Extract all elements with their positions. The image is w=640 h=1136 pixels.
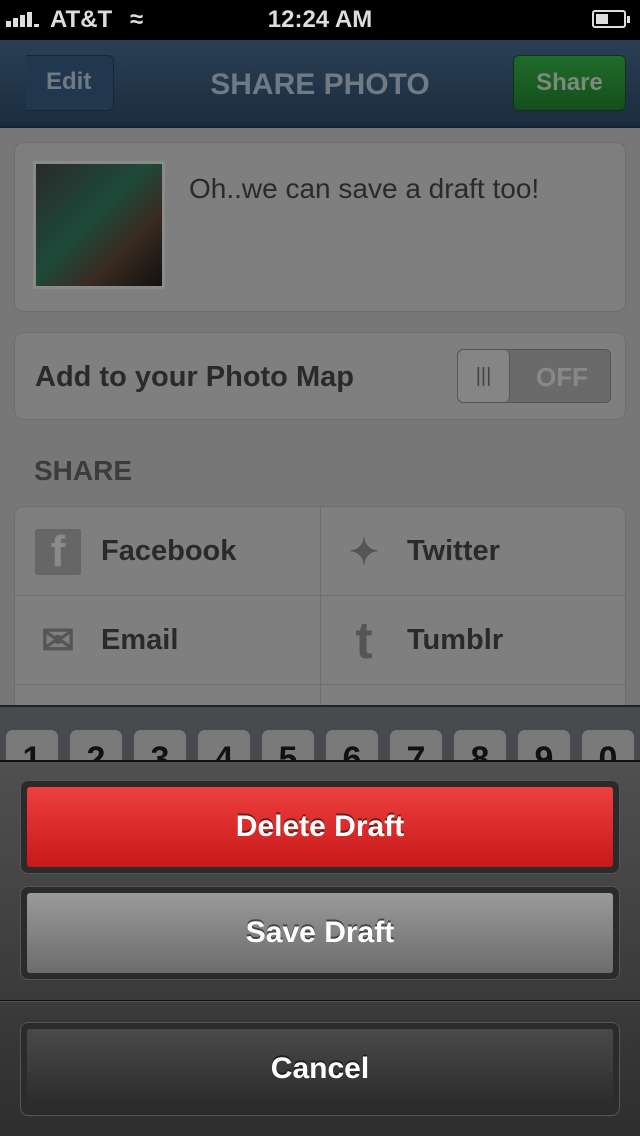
delete-well: Delete Draft [20, 780, 620, 874]
share-email[interactable]: ✉ Email [15, 596, 321, 685]
battery-icon [592, 10, 630, 28]
cancel-button[interactable]: Cancel [27, 1029, 613, 1109]
photo-map-toggle[interactable]: ||| OFF [457, 349, 611, 403]
nav-bar: Edit SHARE PHOTO Share [0, 40, 640, 128]
caption-input[interactable]: Oh..we can save a draft too! [189, 173, 539, 205]
share-label: Facebook [101, 535, 237, 567]
photo-thumbnail [33, 161, 165, 289]
save-draft-button[interactable]: Save Draft [27, 893, 613, 973]
caption-card: Oh..we can save a draft too! [14, 142, 626, 312]
share-facebook[interactable]: f Facebook [15, 507, 321, 596]
action-sheet: Delete Draft Save Draft Cancel [0, 760, 640, 1136]
cancel-well: Cancel [20, 1022, 620, 1116]
toggle-state: OFF [536, 362, 588, 392]
share-twitter[interactable]: ✦ Twitter [321, 507, 627, 596]
photo-map-row: Add to your Photo Map ||| OFF [14, 332, 626, 420]
share-label: Twitter [407, 535, 500, 567]
toggle-knob[interactable]: ||| [458, 350, 510, 402]
share-tumblr[interactable]: t Tumblr [321, 596, 627, 685]
facebook-icon: f [35, 529, 81, 575]
save-well: Save Draft [20, 886, 620, 980]
share-grid: f Facebook ✦ Twitter ✉ Email t Tumblr [14, 506, 627, 774]
clock: 12:24 AM [267, 6, 373, 33]
share-section-label: SHARE [34, 455, 133, 486]
share-label: Tumblr [407, 624, 504, 656]
keyboard: 1 2 3 4 5 6 7 8 9 0 [0, 705, 640, 780]
delete-draft-button[interactable]: Delete Draft [27, 787, 613, 867]
status-bar: AT&T ≈ 12:24 AM [0, 0, 640, 40]
share-button[interactable]: Share [513, 55, 626, 111]
share-label: Email [101, 624, 179, 656]
photo-map-label: Add to your Photo Map [35, 361, 354, 393]
divider [0, 1000, 640, 1002]
twitter-icon: ✦ [348, 531, 380, 572]
email-icon: ✉ [41, 619, 75, 663]
tumblr-icon: t [355, 612, 373, 670]
